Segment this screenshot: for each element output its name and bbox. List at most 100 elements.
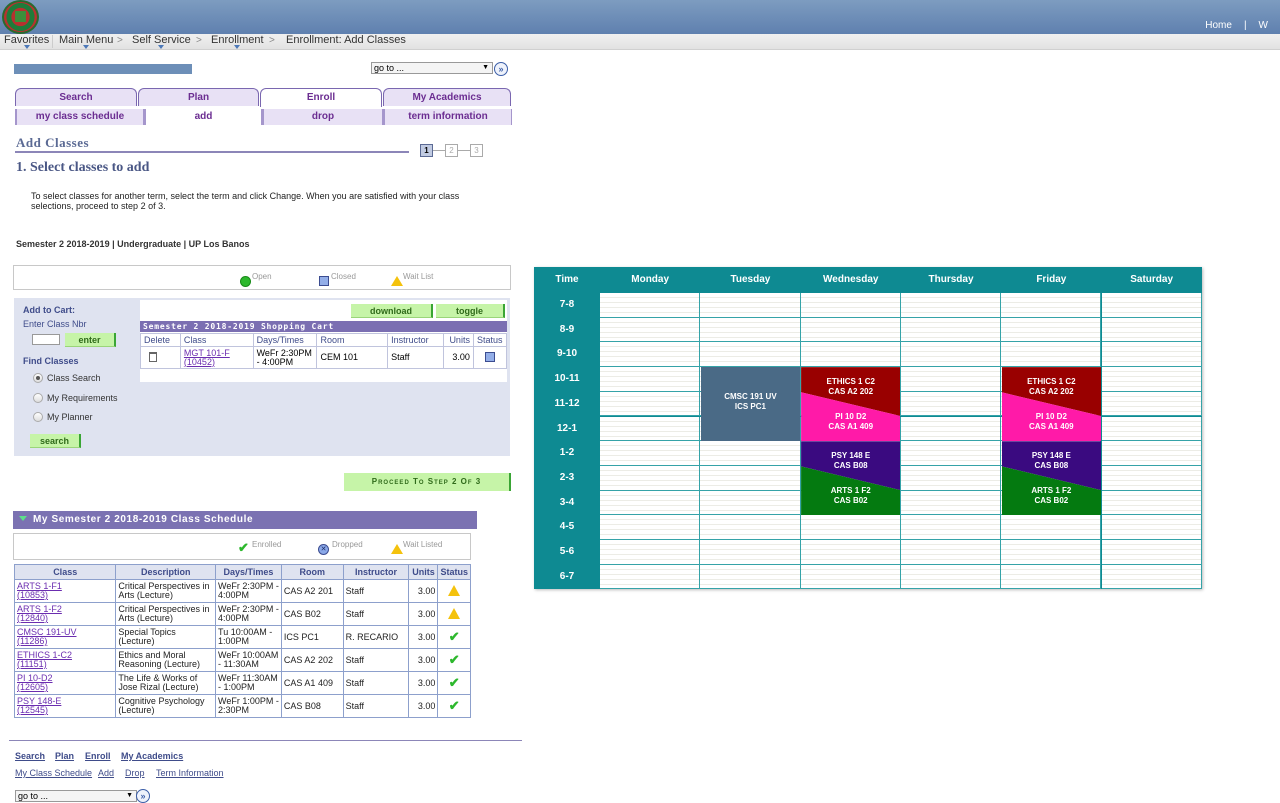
units-cell: 3.00 [408,648,439,672]
day-header-tuesday: Tuesday [730,274,771,285]
units-cell: 3.00 [408,671,439,695]
timetable-event[interactable]: CMSC 191 UV ICS PC1 [700,367,801,442]
tab-search[interactable]: Search [15,88,137,106]
search-button[interactable]: search [30,434,81,448]
subtab-term-information[interactable]: term information [383,109,512,125]
description-cell: Critical Perspectives in Arts (Lecture) [115,579,217,603]
worklist-link[interactable]: W [1247,20,1280,31]
university-seal-logo [2,0,39,34]
timetable-cell [1101,391,1202,417]
tab-plan[interactable]: Plan [138,88,259,106]
footer-link-enroll[interactable]: Enroll [85,751,111,761]
timetable-cell [800,540,901,565]
status-legend: Open Closed Wait List [13,265,511,290]
legend-enrolled-label: Enrolled [252,540,282,549]
footer-link-my-academics[interactable]: My Academics [121,751,183,761]
favorites-menu[interactable]: Favorites [4,34,49,49]
weekly-timetable: Time Monday Tuesday Wednesday Thursday Frida… [534,267,1202,590]
class-nbr-link[interactable]: (11151) [17,659,47,669]
goto-select[interactable]: go to ... [371,62,493,74]
page-bar [14,64,192,74]
footer-link-my-class-schedule[interactable]: My Class Schedule [15,768,92,778]
enter-button[interactable]: enter [65,333,116,347]
class-nbr-link[interactable]: (10452) [184,357,215,367]
proceed-step-2-button[interactable]: Proceed To Step 2 Of 3 [344,473,511,491]
days-times-cell: WeFr 2:30PM - 4:00PM [215,602,282,626]
footer-goto-select[interactable]: go to ... [15,790,137,802]
find-classes-label: Find Classes [23,356,79,366]
timetable-cell [1101,564,1202,590]
tab-enroll[interactable]: Enroll [260,88,382,107]
timetable-cell [600,515,701,540]
enter-class-nbr-label: Enter Class Nbr [23,319,87,329]
instructions-text: To select classes for another term, sele… [31,191,460,211]
dropped-x-icon: ✕ [318,544,329,555]
time-slot-label: 10-11 [554,373,580,385]
footer-link-search[interactable]: Search [15,751,45,761]
class-nbr-link[interactable]: (12840) [17,613,48,623]
timetable-cell [1101,293,1202,318]
room-cell: CAS A1 409 [280,671,344,695]
subtab-my-class-schedule[interactable]: my class schedule [15,109,144,125]
breadcrumb-current: Enrollment: Add Classes [286,34,406,46]
footer-link-plan[interactable]: Plan [55,751,74,761]
footer-link-term-information[interactable]: Term Information [156,768,224,778]
class-nbr-link[interactable]: (11286) [17,636,47,646]
tab-my-academics[interactable]: My Academics [383,88,511,106]
class-schedule-header[interactable]: My Semester 2 2018-2019 Class Schedule [13,511,477,529]
subtab-add[interactable]: add [144,109,262,125]
legend-wait-listed: Wait Listed [391,540,442,554]
breadcrumb-arrow-icon: > [269,35,275,46]
self-service-menu[interactable]: Self Service [132,34,191,49]
download-schedule-button[interactable]: download schedule [351,304,433,330]
class-cell: MGT 101-F (10452) [179,346,254,369]
timetable-cell [600,391,701,417]
page-title: Add Classes [16,135,90,150]
footer-link-add[interactable]: Add [98,768,114,778]
legend-open: Open [240,272,272,287]
timetable-cell [900,342,1002,368]
timetable-cell [1101,490,1202,516]
go-icon[interactable]: » [136,789,150,803]
collapse-triangle-icon[interactable] [19,516,27,521]
class-schedule-table: Class Description Days/Times Room Instru… [13,564,471,718]
enrollment-menu[interactable]: Enrollment [211,34,264,49]
home-link[interactable]: Home [1193,20,1244,31]
time-column-header: Time [555,274,579,285]
main-menu[interactable]: Main Menu [59,34,113,49]
time-slot-label: 9-10 [556,348,577,360]
units-cell: 3.00 [408,579,439,603]
class-nbr-input[interactable] [32,334,60,345]
status-cell [437,579,471,603]
wait-list-icon [448,584,461,596]
class-nbr-link[interactable]: (12605) [17,682,48,692]
description-cell: Cognitive Psychology (Lecture) [115,694,217,718]
shopping-cart-table: Delete Class Days/Times Room Instructor … [140,333,508,369]
radio-button[interactable] [33,412,43,422]
subtab-drop[interactable]: drop [262,109,383,125]
column-header: Class [13,564,117,580]
timetable-cell [900,293,1002,318]
go-icon[interactable]: » [494,62,508,76]
table-row: ETHICS 1-C2 (11151) Ethics and Moral Reaso… [13,648,471,672]
radio-button[interactable] [33,393,43,403]
legend-dropped-label: Dropped [332,540,363,549]
class-nbr-link[interactable]: (10853) [17,590,48,600]
radio-button[interactable] [33,373,43,383]
table-row: PI 10-D2 (12605) The Life & Works of Jose … [13,671,471,695]
timetable-cell [600,441,701,466]
time-slot-label: 3-4 [559,496,575,508]
timetable-cell [600,317,701,343]
timetable-cell [900,317,1002,343]
class-nbr-link[interactable]: (12545) [17,705,48,715]
trash-icon[interactable] [149,351,157,362]
footer-link-drop[interactable]: Drop [125,768,145,778]
instructor-cell: Staff [342,648,410,672]
column-header: Delete [140,333,181,347]
column-header: Days/Times [252,333,318,347]
toggle-timetable-button[interactable]: toggle timetable [436,304,505,330]
days-times-cell: WeFr 10:00AM - 11:30AM [215,648,282,672]
timetable-cell [800,564,901,590]
units-cell: 3.00 [408,694,439,718]
app-header: Home | W [0,0,1280,34]
